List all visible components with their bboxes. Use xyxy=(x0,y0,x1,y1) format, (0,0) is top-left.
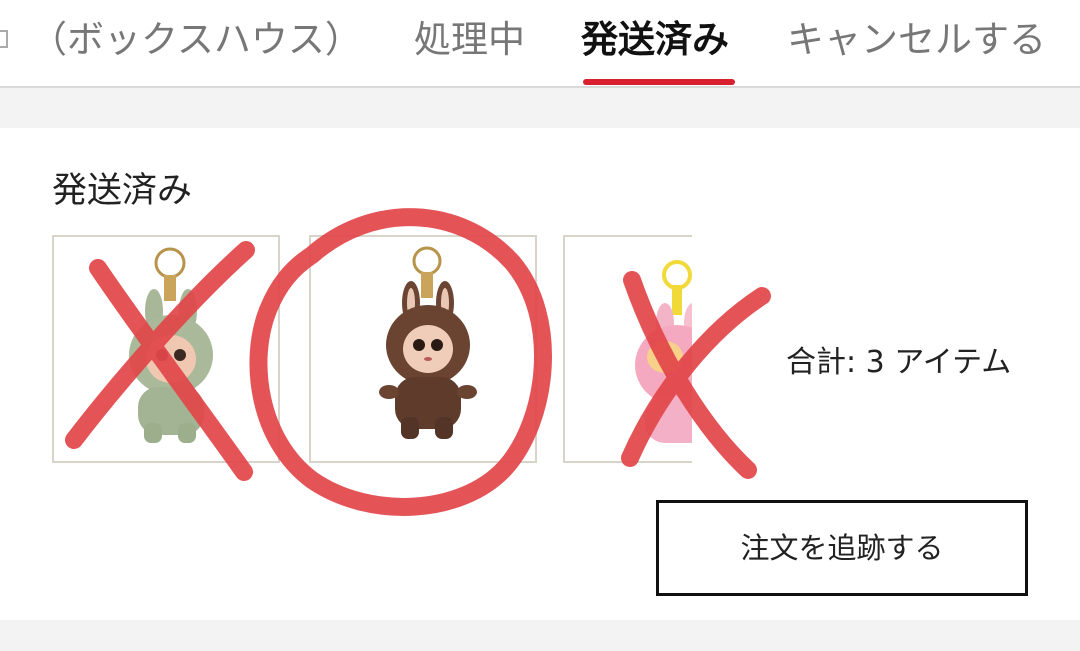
order-card[interactable]: 発送済み 合計: 3 アイテム 注文を追跡する xyxy=(0,128,1080,620)
product-thumbnail-green[interactable] xyxy=(52,235,280,463)
tab-bar: （ボックスハウス） 処理中 発送済み キャンセルする xyxy=(0,0,1080,88)
order-item-total: 合計: 3 アイテム xyxy=(786,345,1012,380)
tab-processing[interactable]: 処理中 xyxy=(414,14,525,66)
tab-scroll-edge xyxy=(0,30,8,48)
active-tab-indicator xyxy=(583,79,735,85)
product-thumbnail-brown[interactable] xyxy=(309,235,537,463)
tab-shipped[interactable]: 発送済み xyxy=(581,14,729,66)
tab-box-house[interactable]: （ボックスハウス） xyxy=(30,14,362,66)
order-item-thumbnails xyxy=(52,235,692,467)
track-order-button[interactable]: 注文を追跡する xyxy=(656,500,1028,596)
product-thumbnail-pink[interactable] xyxy=(563,235,692,463)
order-status-title: 発送済み xyxy=(52,171,193,211)
tab-cancelled[interactable]: キャンセルする xyxy=(787,14,1046,66)
